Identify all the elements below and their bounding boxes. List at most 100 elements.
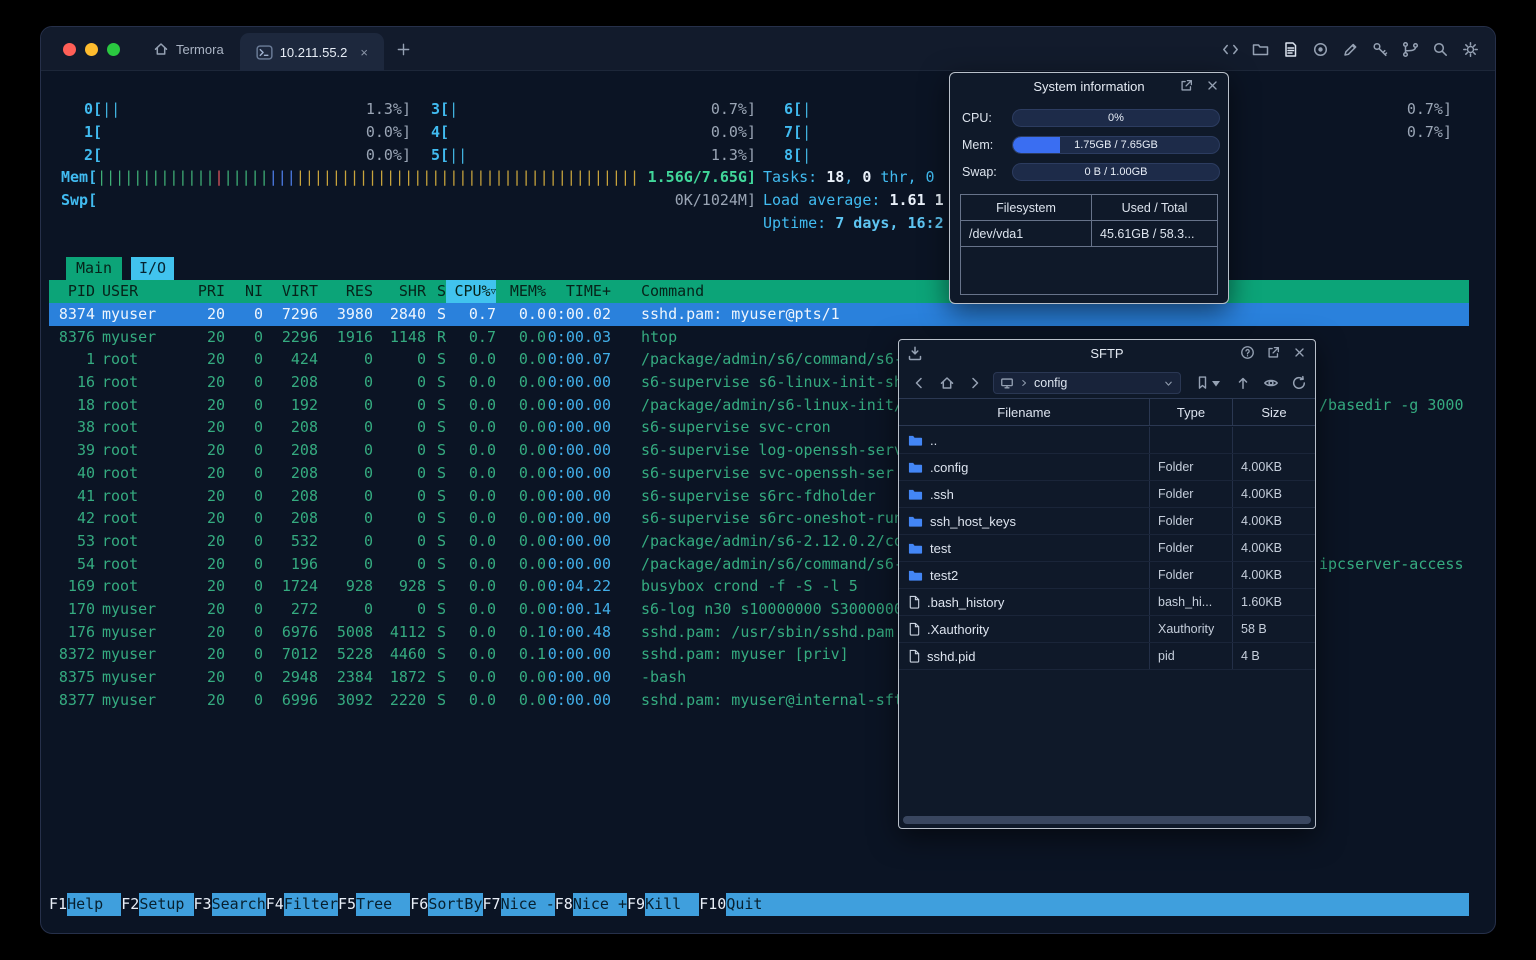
help-icon[interactable] xyxy=(1240,345,1255,360)
system-info-titlebar[interactable]: System information xyxy=(950,73,1228,99)
file-type-cell: Folder xyxy=(1149,535,1232,561)
forward-icon[interactable] xyxy=(967,375,983,391)
path-breadcrumb[interactable]: config xyxy=(993,372,1181,394)
cell-user: root xyxy=(102,350,139,369)
home-icon[interactable] xyxy=(939,375,955,391)
cell-user: root xyxy=(102,395,139,414)
cell-state: S xyxy=(436,350,446,369)
file-name-cell: test xyxy=(899,535,1149,561)
header-state[interactable]: S xyxy=(426,280,446,303)
sftp-file-row[interactable]: .. xyxy=(899,427,1315,454)
header-res[interactable]: RES xyxy=(318,280,373,303)
function-key-button[interactable]: F5 Tree xyxy=(338,893,411,916)
chevron-down-icon[interactable] xyxy=(1163,378,1174,389)
folder-icon xyxy=(908,462,923,473)
key-button[interactable] xyxy=(1371,40,1389,58)
edit-button[interactable] xyxy=(1341,40,1359,58)
function-key-button[interactable]: F4 Filter xyxy=(266,893,338,916)
file-size-cell: 58 B xyxy=(1232,616,1315,642)
header-ni[interactable]: NI xyxy=(225,280,263,303)
sftp-file-row[interactable]: .Xauthority Xauthority 58 B xyxy=(899,616,1315,643)
show-hidden-files-icon[interactable] xyxy=(1263,375,1279,391)
function-key-button[interactable]: F10 Quit xyxy=(699,893,763,916)
cell-ni: 0 xyxy=(253,622,263,641)
header-user[interactable]: USER xyxy=(95,280,195,303)
close-icon[interactable] xyxy=(1205,78,1220,93)
function-key-button[interactable]: F3 Search xyxy=(194,893,266,916)
zoom-window-button[interactable] xyxy=(107,43,120,56)
back-icon[interactable] xyxy=(911,375,927,391)
header-pri[interactable]: PRI xyxy=(195,280,225,303)
cell-res: 3980 xyxy=(336,305,373,323)
bookmark-caret-icon[interactable] xyxy=(1212,381,1220,387)
meter-percent: 0.0%] xyxy=(365,146,411,164)
sftp-file-row[interactable]: ssh_host_keys Folder 4.00KB xyxy=(899,508,1315,535)
sftp-toolbar: config xyxy=(899,368,1315,398)
header-size[interactable]: Size xyxy=(1232,399,1315,425)
tab-close-icon[interactable]: × xyxy=(360,45,368,60)
sftp-file-row[interactable]: test2 Folder 4.00KB xyxy=(899,562,1315,589)
cell-cpu: 0.0 xyxy=(468,645,496,664)
function-key-button[interactable]: F1 Help xyxy=(49,893,122,916)
header-pid[interactable]: PID xyxy=(49,280,95,303)
process-row[interactable]: 8374 myuser 20 0 7296 3980 2840 S 0.7 0.… xyxy=(49,303,1469,326)
sftp-file-row[interactable]: .ssh Folder 4.00KB xyxy=(899,481,1315,508)
cell-user: myuser xyxy=(102,327,157,346)
tab-home[interactable]: Termora xyxy=(137,27,240,71)
sftp-file-row[interactable]: sshd.pid pid 4 B xyxy=(899,643,1315,670)
function-key-button[interactable]: F9 Kill xyxy=(627,893,700,916)
horizontal-scrollbar[interactable] xyxy=(903,816,1311,824)
bookmark-icon[interactable] xyxy=(1195,375,1210,390)
meter-left: 7[| xyxy=(784,123,812,141)
function-key-button[interactable]: F8 Nice + xyxy=(555,893,627,916)
cell-state: R xyxy=(436,327,446,346)
header-type[interactable]: Type xyxy=(1149,399,1232,425)
new-tab-button[interactable] xyxy=(384,27,423,71)
htop-tab-main[interactable]: Main xyxy=(66,257,122,280)
sftp-titlebar[interactable]: SFTP xyxy=(899,340,1315,366)
header-time[interactable]: TIME+ xyxy=(546,280,611,303)
mem-usage-row: Mem: 1.75GB / 7.65GB xyxy=(962,136,1220,154)
close-window-button[interactable] xyxy=(63,43,76,56)
tab-home-label: Termora xyxy=(176,41,224,57)
open-in-window-icon[interactable] xyxy=(1179,78,1194,93)
record-button[interactable] xyxy=(1311,40,1329,58)
search-button[interactable] xyxy=(1431,40,1449,58)
log-button[interactable] xyxy=(1281,40,1299,58)
parent-directory-icon[interactable] xyxy=(1235,375,1251,391)
filesystem-row[interactable]: /dev/vda1 45.61GB / 58.3... xyxy=(961,221,1217,247)
fkey-name: F1 xyxy=(49,895,68,913)
settings-button[interactable] xyxy=(1461,40,1479,58)
cell-shr: 4112 xyxy=(389,622,426,641)
function-key-button[interactable]: F2 Setup xyxy=(121,893,194,916)
code-button[interactable] xyxy=(1221,40,1239,58)
header-mem[interactable]: MEM% xyxy=(496,280,546,303)
folder-icon xyxy=(1252,43,1268,55)
sftp-file-row[interactable]: test Folder 4.00KB xyxy=(899,535,1315,562)
swap-progress-bar: 0 B / 1.00GB xyxy=(1012,163,1220,181)
port-forwarding-button[interactable] xyxy=(1401,40,1419,58)
mem-label: Mem: xyxy=(962,138,994,152)
header-virt[interactable]: VIRT xyxy=(263,280,318,303)
download-icon[interactable] xyxy=(907,345,923,361)
sftp-file-row[interactable]: .bash_history bash_hi... 1.60KB xyxy=(899,589,1315,616)
close-icon[interactable] xyxy=(1292,345,1307,360)
swap-value: 0 B / 1.00GB xyxy=(1084,166,1148,178)
function-key-button[interactable]: F7 Nice - xyxy=(483,893,555,916)
header-shr[interactable]: SHR xyxy=(373,280,426,303)
open-in-window-icon[interactable] xyxy=(1266,345,1281,360)
scrollbar-thumb[interactable] xyxy=(903,816,1311,824)
minimize-window-button[interactable] xyxy=(85,43,98,56)
function-key-button[interactable]: F6 SortBy xyxy=(410,893,483,916)
cell-res: 5228 xyxy=(336,645,373,664)
folder-button[interactable] xyxy=(1251,40,1269,58)
header-filename[interactable]: Filename xyxy=(899,399,1149,425)
htop-tab-io[interactable]: I/O xyxy=(131,257,174,280)
uptime: Uptime: 7 days, 16:2 xyxy=(763,214,944,232)
sftp-file-row[interactable]: .config Folder 4.00KB xyxy=(899,454,1315,481)
header-cpu-sorted[interactable]: CPU%▽ xyxy=(446,280,496,303)
tab-session[interactable]: 10.211.55.2 × xyxy=(239,33,384,71)
meter-left: 2[ xyxy=(84,146,103,164)
refresh-icon[interactable] xyxy=(1291,375,1307,391)
cell-cpu: 0.0 xyxy=(468,418,496,437)
